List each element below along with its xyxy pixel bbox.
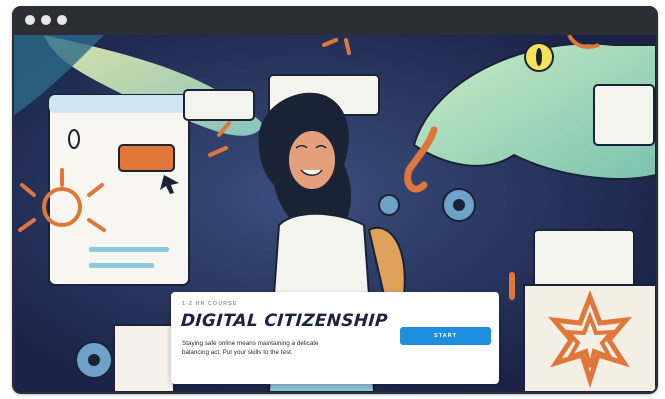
start-button[interactable]: START [400, 327, 491, 345]
browser-window: 1-2 HR COURSE DIGITAL CITIZENSHIP Stayin… [12, 6, 658, 394]
window-dot-1 [25, 15, 35, 25]
course-card: 1-2 HR COURSE DIGITAL CITIZENSHIP Stayin… [171, 292, 499, 384]
course-description: Staying safe online means maintaining a … [182, 340, 319, 356]
window-titlebar [12, 6, 658, 35]
hero-illustration: 1-2 HR COURSE DIGITAL CITIZENSHIP Stayin… [14, 35, 656, 392]
window-dot-3 [57, 15, 67, 25]
course-title: DIGITAL CITIZENSHIP [180, 311, 389, 331]
course-duration-tag: 1-2 HR COURSE [182, 301, 238, 307]
window-dot-2 [41, 15, 51, 25]
